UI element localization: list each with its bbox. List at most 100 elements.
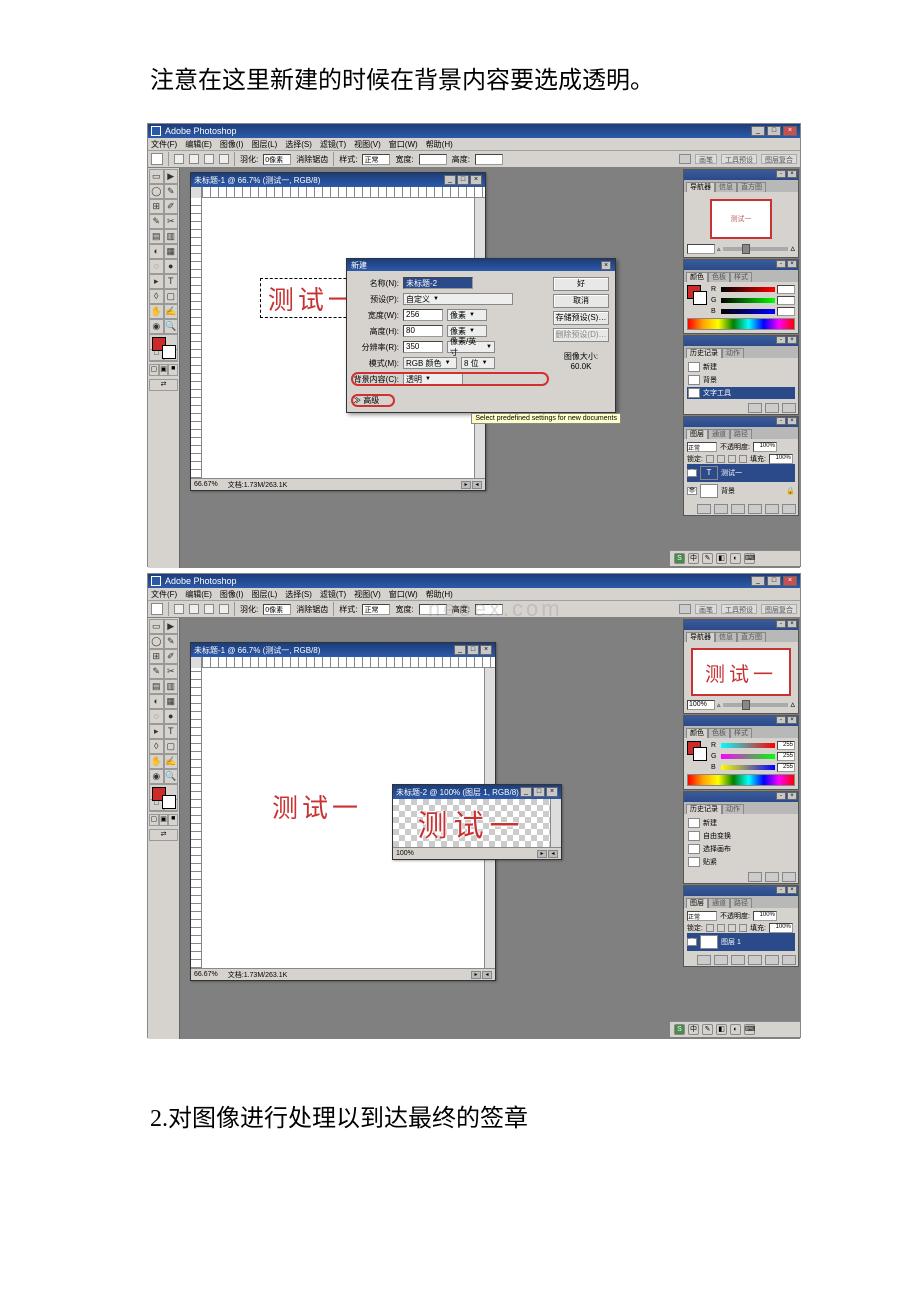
layers-tab[interactable]: 图层 (686, 898, 708, 908)
cancel-button[interactable]: 取消 (553, 294, 609, 308)
layer-name[interactable]: 测试一 (721, 468, 742, 478)
new-set-icon[interactable] (731, 504, 745, 514)
screenmode-icon[interactable]: ▢ (149, 364, 159, 376)
panel-collapse-icon[interactable]: - (776, 716, 786, 724)
trash-icon[interactable] (782, 955, 796, 965)
r-slider[interactable] (721, 743, 775, 748)
pen-tool-icon[interactable]: ◊ (149, 739, 164, 754)
marquee-mode-icon[interactable] (204, 604, 214, 614)
opacity-input[interactable]: 100% (753, 911, 777, 921)
tray-icon[interactable]: S (674, 553, 685, 564)
color-ramp[interactable] (687, 774, 795, 786)
layer-row[interactable]: 👁 图层 1 (687, 933, 795, 951)
color-tab[interactable]: 颜色 (686, 272, 708, 282)
crop-tool-icon[interactable]: ⊞ (149, 649, 164, 664)
visibility-icon[interactable]: 👁 (687, 938, 697, 946)
g-slider[interactable] (721, 754, 775, 759)
vertical-scrollbar[interactable] (550, 799, 561, 847)
background-color[interactable] (162, 795, 176, 809)
channels-tab[interactable]: 通道 (708, 429, 730, 439)
tray-icon[interactable]: 中 (688, 553, 699, 564)
b-value[interactable]: 255 (777, 763, 795, 772)
heal-tool-icon[interactable]: ✎ (149, 664, 164, 679)
paths-tab[interactable]: 路径 (730, 898, 752, 908)
brushes-tab[interactable]: 画笔 (695, 154, 717, 164)
marquee-mode-icon[interactable] (219, 604, 229, 614)
move-tool-icon[interactable]: ▶ (164, 169, 179, 184)
scroll-left-icon[interactable]: ▸ (461, 481, 471, 489)
g-value[interactable] (777, 296, 795, 305)
lasso-tool-icon[interactable]: ◯ (149, 634, 164, 649)
wand-tool-icon[interactable]: ✎ (164, 184, 179, 199)
minimize-button[interactable]: _ (751, 126, 765, 136)
g-value[interactable]: 255 (777, 752, 795, 761)
history-item[interactable]: 新建 (687, 817, 795, 829)
color-tab[interactable]: 颜色 (686, 728, 708, 738)
lock-icon[interactable] (717, 455, 725, 463)
zoom-input[interactable]: 100% (687, 700, 715, 710)
doc-maximize-button[interactable]: □ (467, 645, 479, 655)
opacity-input[interactable]: 100% (753, 442, 777, 452)
history-item[interactable]: 新建 (687, 361, 795, 373)
trash-icon[interactable] (782, 403, 796, 413)
notes-tool-icon[interactable]: ✋ (149, 304, 164, 319)
screenmode-icon[interactable]: ▢ (149, 814, 159, 826)
screenmode-icon[interactable]: ■ (168, 364, 178, 376)
layer-row[interactable]: 👁 T 测试一 (687, 464, 795, 482)
layer-style-icon[interactable] (697, 504, 711, 514)
feather-input[interactable]: 0像素 (263, 604, 291, 615)
visibility-icon[interactable]: 👁 (687, 469, 697, 477)
color-swatch[interactable] (687, 741, 707, 761)
fill-input[interactable]: 100% (769, 454, 793, 464)
new-doc-icon[interactable] (765, 872, 779, 882)
mode-select[interactable]: RGB 颜色 (403, 357, 457, 369)
zoom-level[interactable]: 66.67% (194, 971, 218, 978)
layer-row[interactable]: 👁 背景 🔒 (687, 482, 795, 500)
background-color[interactable] (162, 345, 176, 359)
eyedropper-tool-icon[interactable]: ✍ (164, 304, 179, 319)
history-tab[interactable]: 历史记录 (686, 348, 722, 358)
menu-filter[interactable]: 滤镜(T) (320, 139, 346, 150)
g-slider[interactable] (721, 298, 775, 303)
menu-image[interactable]: 图像(I) (220, 589, 244, 600)
r-slider[interactable] (721, 287, 775, 292)
history-brush-tool-icon[interactable]: ▥ (164, 679, 179, 694)
menu-view[interactable]: 视图(V) (354, 589, 381, 600)
notes-tool-icon[interactable]: ✋ (149, 754, 164, 769)
zoom-level[interactable]: 100% (396, 850, 414, 857)
type-tool-icon[interactable]: T (164, 724, 179, 739)
ok-button[interactable]: 好 (553, 277, 609, 291)
name-input[interactable]: 未标题-2 (403, 277, 473, 289)
new-snapshot-icon[interactable] (748, 872, 762, 882)
brushes-tab[interactable]: 画笔 (695, 604, 717, 614)
color-ramp[interactable] (687, 318, 795, 330)
scroll-right-icon[interactable]: ◂ (482, 971, 492, 979)
history-item[interactable]: 选择画布 (687, 843, 795, 855)
new-layer-icon[interactable] (765, 955, 779, 965)
gradient-tool-icon[interactable]: ▦ (164, 694, 179, 709)
panel-collapse-icon[interactable]: - (776, 792, 786, 800)
doc-minimize-button[interactable]: _ (454, 645, 466, 655)
history-item[interactable]: 背景 (687, 374, 795, 386)
panel-close-icon[interactable]: × (787, 620, 797, 628)
bit-depth-select[interactable]: 8 位 (461, 357, 495, 369)
height-input[interactable] (475, 604, 503, 615)
tool-presets-tab[interactable]: 工具预设 (721, 154, 757, 164)
zoom-in-icon[interactable]: ▵ (790, 699, 795, 710)
swatches-tab[interactable]: 色板 (708, 272, 730, 282)
navigator-tab[interactable]: 导航器 (686, 182, 715, 192)
menu-layer[interactable]: 图层(L) (251, 589, 277, 600)
dodge-tool-icon[interactable]: ● (164, 259, 179, 274)
panel-collapse-icon[interactable]: - (776, 417, 786, 425)
move-tool-icon[interactable]: ▶ (164, 619, 179, 634)
menu-view[interactable]: 视图(V) (354, 139, 381, 150)
marquee-tool-icon[interactable]: ▭ (149, 169, 164, 184)
zoom-out-icon[interactable]: ▵ (717, 245, 721, 253)
channels-tab[interactable]: 通道 (708, 898, 730, 908)
trash-icon[interactable] (782, 872, 796, 882)
width-input[interactable] (419, 604, 447, 615)
panel-collapse-icon[interactable]: - (776, 260, 786, 268)
blend-mode-select[interactable]: 正常 (687, 911, 717, 921)
tray-icon[interactable]: ⌨ (744, 1024, 755, 1035)
styles-tab[interactable]: 样式 (730, 272, 752, 282)
